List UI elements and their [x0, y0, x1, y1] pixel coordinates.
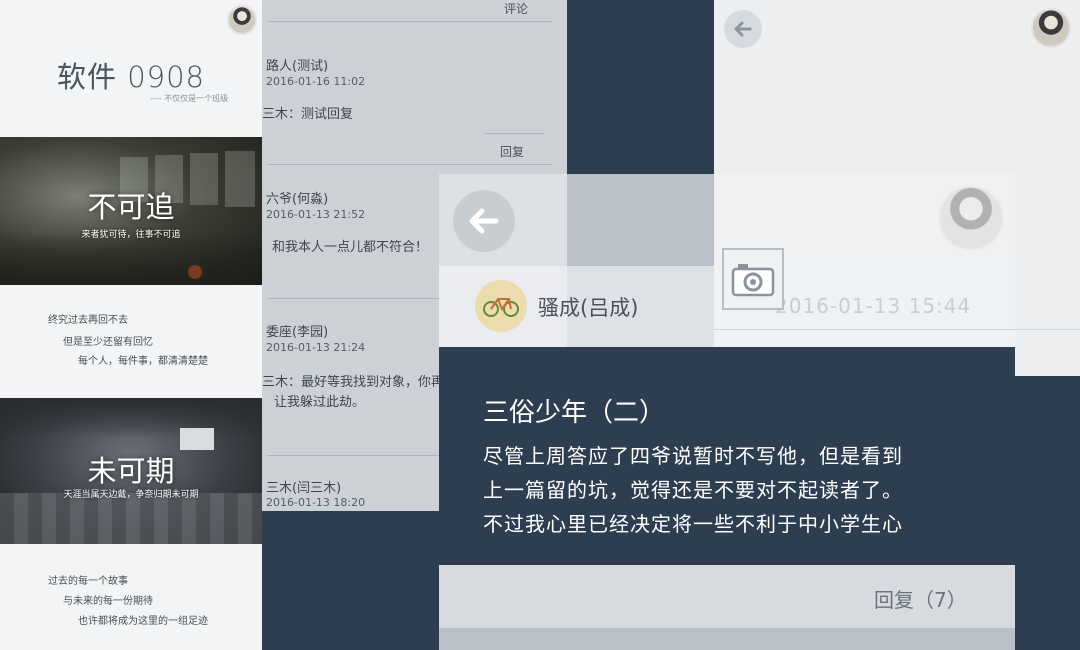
back-button[interactable] [453, 190, 515, 252]
scene-banner-future[interactable]: 未可期 天涯当属天边戴，争奈归期未可期 [0, 398, 262, 544]
app-title: 软件 0908 [56, 60, 206, 94]
comment-date: 2016-01-13 21:52 [266, 208, 366, 221]
post-footer-shadow [439, 628, 1015, 650]
user-avatar[interactable] [1031, 8, 1071, 48]
author-name[interactable]: 骚成(吕成) [538, 292, 638, 322]
user-avatar[interactable] [227, 5, 257, 35]
comment-author: 委座(李园) [266, 325, 329, 340]
scene-title: 不可追 [87, 190, 175, 224]
divider [714, 329, 1080, 330]
divider [267, 21, 552, 22]
poem-line: 但是至少还留有回忆 [63, 337, 153, 348]
divider [267, 164, 552, 165]
poem-line: 过去的每一个故事 [48, 576, 128, 587]
comment-author: 三木(闫三木) [266, 481, 342, 496]
checkered-floor [0, 493, 262, 544]
comment-body: 三木：测试回复 [262, 107, 354, 122]
arrow-left-icon [469, 208, 499, 234]
poem-line: 与未来的每一份期待 [63, 596, 153, 607]
app-subtitle: ---- 不仅仅是一个班级 [150, 94, 229, 103]
poem-line: 终究过去再回不去 [48, 315, 128, 326]
divider [484, 133, 544, 134]
poem-line: 每个人，每件事，都清清楚楚 [78, 356, 208, 367]
post-title: 三俗少年（二） [483, 398, 666, 428]
reply-count-button[interactable]: 回复（7） [874, 584, 967, 613]
back-button[interactable] [724, 10, 762, 48]
scene-caption: 天涯当属天边戴，争奈归期未可期 [63, 490, 199, 500]
comment-author: 路人(测试) [266, 59, 329, 74]
post-text-line: 尽管上周答应了四爷说暂时不写他，但是看到 [483, 444, 903, 468]
classroom-board [180, 428, 214, 450]
comment-date: 2016-01-13 21:24 [266, 341, 366, 354]
class-home-panel: 软件 0908 ---- 不仅仅是一个班级 不可追 来者犹可待，往事不可追 终究… [0, 0, 262, 650]
author-avatar[interactable] [475, 280, 527, 332]
ghost-avatar [938, 185, 1004, 251]
post-text-line: 上一篇留的坑，觉得还是不要对不起读者了。 [483, 478, 903, 502]
basketball-icon [188, 265, 202, 279]
ghost-date: 2016-01-13 15:44 [775, 294, 972, 318]
classroom-ceiling [0, 398, 262, 438]
comment-author: 六爷(何淼) [266, 192, 329, 207]
comment-body: 和我本人一点儿都不符合！ [272, 240, 429, 255]
comment-date: 2016-01-13 18:20 [266, 496, 366, 509]
camera-button[interactable] [722, 248, 784, 310]
camera-icon [731, 264, 775, 297]
comment-body: 让我躲过此劫。 [274, 395, 366, 410]
poem-line: 也许都将成为这里的一组足迹 [78, 616, 208, 627]
post-text-line: 不过我心里已经决定将一些不利于中小学生心 [483, 512, 903, 536]
arrow-left-icon [734, 21, 752, 37]
scene-banner-past[interactable]: 不可追 来者犹可待，往事不可追 [0, 137, 262, 285]
comments-header: 评论 [504, 2, 529, 16]
comment-date: 2016-01-16 11:02 [266, 75, 366, 88]
scene-title: 未可期 [87, 454, 175, 488]
scene-caption: 来者犹可待，往事不可追 [81, 230, 181, 240]
bicycle-avatar-icon [483, 298, 519, 317]
reply-button[interactable]: 回复 [500, 143, 524, 160]
